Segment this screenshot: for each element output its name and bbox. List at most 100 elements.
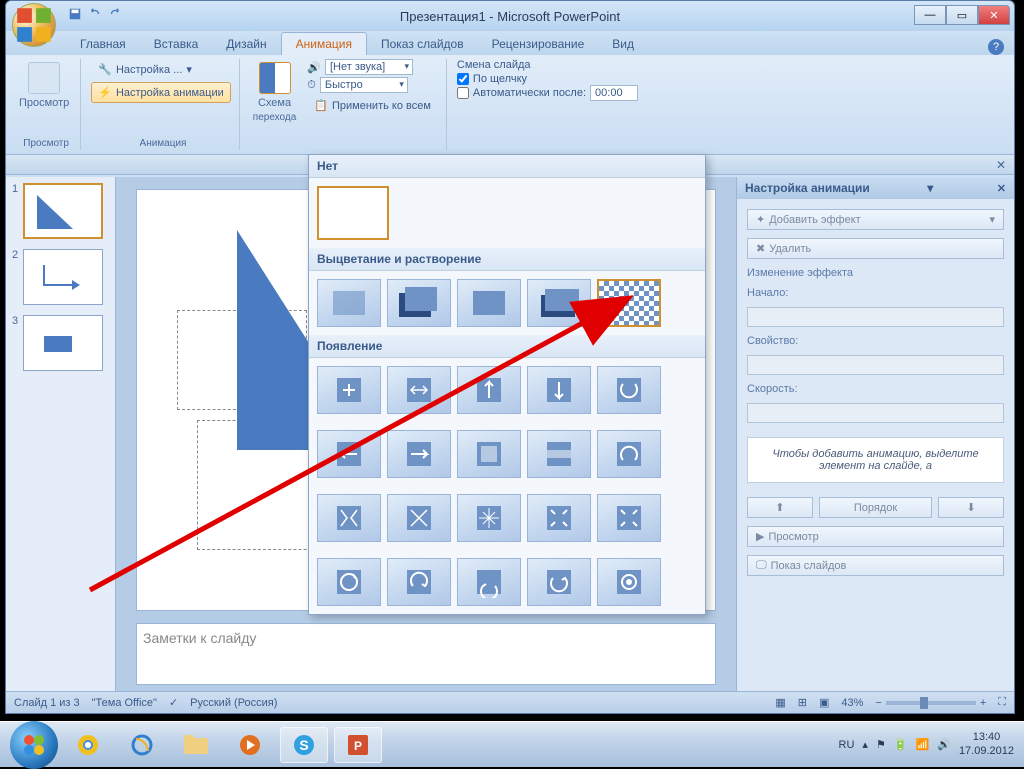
fit-to-window-icon[interactable]: ⛶: [998, 696, 1006, 709]
minimize-button[interactable]: —: [914, 5, 946, 25]
group-transition: Схема перехода 🔊[Нет звука] ⏱Быстро 📋При…: [246, 59, 447, 150]
tray-network-icon[interactable]: 📶: [916, 738, 930, 751]
slideshow-button[interactable]: 🖵Показ слайдов: [747, 555, 1004, 576]
custom-animation-button[interactable]: ⚡Настройка анимации: [91, 82, 231, 103]
tab-insert[interactable]: Вставка: [140, 33, 213, 55]
sound-dropdown[interactable]: [Нет звука]: [325, 59, 413, 75]
tray-clock[interactable]: 13:40 17.09.2012: [959, 731, 1014, 757]
transition-appear-2[interactable]: [387, 366, 451, 414]
window-controls: — ▭ ✕: [914, 5, 1010, 25]
transition-appear-8[interactable]: [457, 430, 521, 478]
transition-appear-9[interactable]: [527, 430, 591, 478]
close-button[interactable]: ✕: [978, 5, 1010, 25]
transition-appear-13[interactable]: [457, 494, 521, 542]
add-effect-button[interactable]: ✦Добавить эффект▾: [747, 209, 1004, 230]
tab-home[interactable]: Главная: [66, 33, 140, 55]
order-up-button[interactable]: ⬆: [747, 497, 813, 518]
taskbar-powerpoint[interactable]: P: [334, 727, 382, 763]
slide-thumb-1[interactable]: 1: [12, 183, 109, 239]
svg-text:P: P: [354, 739, 362, 753]
zoom-out-icon[interactable]: −: [875, 697, 881, 709]
transition-fade-3[interactable]: [457, 279, 521, 327]
auto-after-checkbox[interactable]: Автоматически после:00:00: [457, 85, 638, 101]
transition-appear-15[interactable]: [597, 494, 661, 542]
delete-effect-button[interactable]: ✖Удалить: [747, 238, 1004, 259]
animation-pane: Настройка анимации ▾ ✕ ✦Добавить эффект▾…: [736, 177, 1014, 691]
save-icon[interactable]: [68, 7, 82, 26]
theme-indicator: "Тема Office": [92, 697, 157, 709]
taskbar-skype[interactable]: S: [280, 727, 328, 763]
apply-to-all-button[interactable]: 📋Применить ко всем: [307, 95, 438, 116]
transition-appear-5[interactable]: [597, 366, 661, 414]
chevron-down-icon[interactable]: ▾: [927, 181, 933, 195]
tab-review[interactable]: Рецензирование: [478, 33, 599, 55]
help-icon[interactable]: ?: [988, 39, 1004, 55]
transition-appear-17[interactable]: [387, 558, 451, 606]
taskbar-ie[interactable]: [118, 727, 166, 763]
start-button[interactable]: [10, 721, 58, 769]
custom-dropdown[interactable]: 🔧Настройка ...▾: [91, 59, 231, 80]
redo-icon[interactable]: [108, 7, 122, 26]
tray-flag-icon[interactable]: ⚑: [876, 738, 886, 751]
transition-appear-1[interactable]: [317, 366, 381, 414]
tray-chevron-icon[interactable]: ▴: [862, 738, 868, 751]
transition-none[interactable]: [317, 186, 389, 240]
panel-close-icon[interactable]: ✕: [996, 158, 1006, 172]
svg-text:S: S: [299, 737, 308, 753]
spellcheck-icon[interactable]: ✓: [169, 696, 178, 709]
transition-appear-18[interactable]: [457, 558, 521, 606]
transition-fade-2[interactable]: [387, 279, 451, 327]
language-indicator[interactable]: Русский (Россия): [190, 697, 277, 709]
transition-appear-7[interactable]: [387, 430, 451, 478]
tray-battery-icon[interactable]: 🔋: [894, 738, 908, 751]
slide-thumb-2[interactable]: 2: [12, 249, 109, 305]
pane-close-icon[interactable]: ✕: [997, 182, 1006, 195]
tab-slideshow[interactable]: Показ слайдов: [367, 33, 478, 55]
view-slideshow-icon[interactable]: ▣: [819, 696, 829, 709]
tab-view[interactable]: Вид: [598, 33, 648, 55]
auto-after-time[interactable]: 00:00: [590, 85, 638, 101]
slide-thumb-3[interactable]: 3: [12, 315, 109, 371]
property-dropdown[interactable]: [747, 355, 1004, 375]
start-dropdown[interactable]: [747, 307, 1004, 327]
speed-dropdown[interactable]: [747, 403, 1004, 423]
transition-appear-16[interactable]: [317, 558, 381, 606]
transition-appear-14[interactable]: [527, 494, 591, 542]
system-tray: RU ▴ ⚑ 🔋 📶 🔊 13:40 17.09.2012: [839, 731, 1014, 757]
office-button[interactable]: [12, 3, 56, 47]
transition-scheme-button[interactable]: Схема перехода: [250, 59, 300, 136]
preview-animation-button[interactable]: ▶Просмотр: [747, 526, 1004, 547]
transition-appear-11[interactable]: [317, 494, 381, 542]
taskbar-explorer[interactable]: [172, 727, 220, 763]
transition-appear-20[interactable]: [597, 558, 661, 606]
status-bar: Слайд 1 из 3 "Тема Office" ✓ Русский (Ро…: [6, 691, 1014, 713]
tab-design[interactable]: Дизайн: [212, 33, 280, 55]
zoom-in-icon[interactable]: +: [980, 697, 986, 709]
tab-animation[interactable]: Анимация: [281, 32, 367, 55]
view-normal-icon[interactable]: ▦: [775, 696, 785, 709]
transition-appear-19[interactable]: [527, 558, 591, 606]
undo-icon[interactable]: [88, 7, 102, 26]
tray-volume-icon[interactable]: 🔊: [937, 738, 951, 751]
order-down-button[interactable]: ⬇: [938, 497, 1004, 518]
preview-button[interactable]: Просмотр: [16, 59, 72, 112]
transition-fade-4[interactable]: [527, 279, 591, 327]
star-icon: ✦: [756, 213, 765, 226]
transition-dissolve[interactable]: [597, 279, 661, 327]
maximize-button[interactable]: ▭: [946, 5, 978, 25]
transition-appear-10[interactable]: [597, 430, 661, 478]
transition-fade-1[interactable]: [317, 279, 381, 327]
taskbar-mediaplayer[interactable]: [226, 727, 274, 763]
tray-language[interactable]: RU: [839, 739, 855, 751]
transition-appear-6[interactable]: [317, 430, 381, 478]
view-sorter-icon[interactable]: ⊞: [798, 696, 807, 709]
change-effect-label: Изменение эффекта: [747, 267, 1004, 279]
taskbar-chrome[interactable]: [64, 727, 112, 763]
transition-appear-3[interactable]: [457, 366, 521, 414]
transition-appear-12[interactable]: [387, 494, 451, 542]
transition-appear-4[interactable]: [527, 366, 591, 414]
zoom-slider[interactable]: − +: [875, 697, 986, 709]
on-click-checkbox[interactable]: По щелчку: [457, 73, 638, 85]
speed-dropdown[interactable]: Быстро: [320, 77, 408, 93]
notes-area[interactable]: Заметки к слайду: [136, 623, 716, 685]
